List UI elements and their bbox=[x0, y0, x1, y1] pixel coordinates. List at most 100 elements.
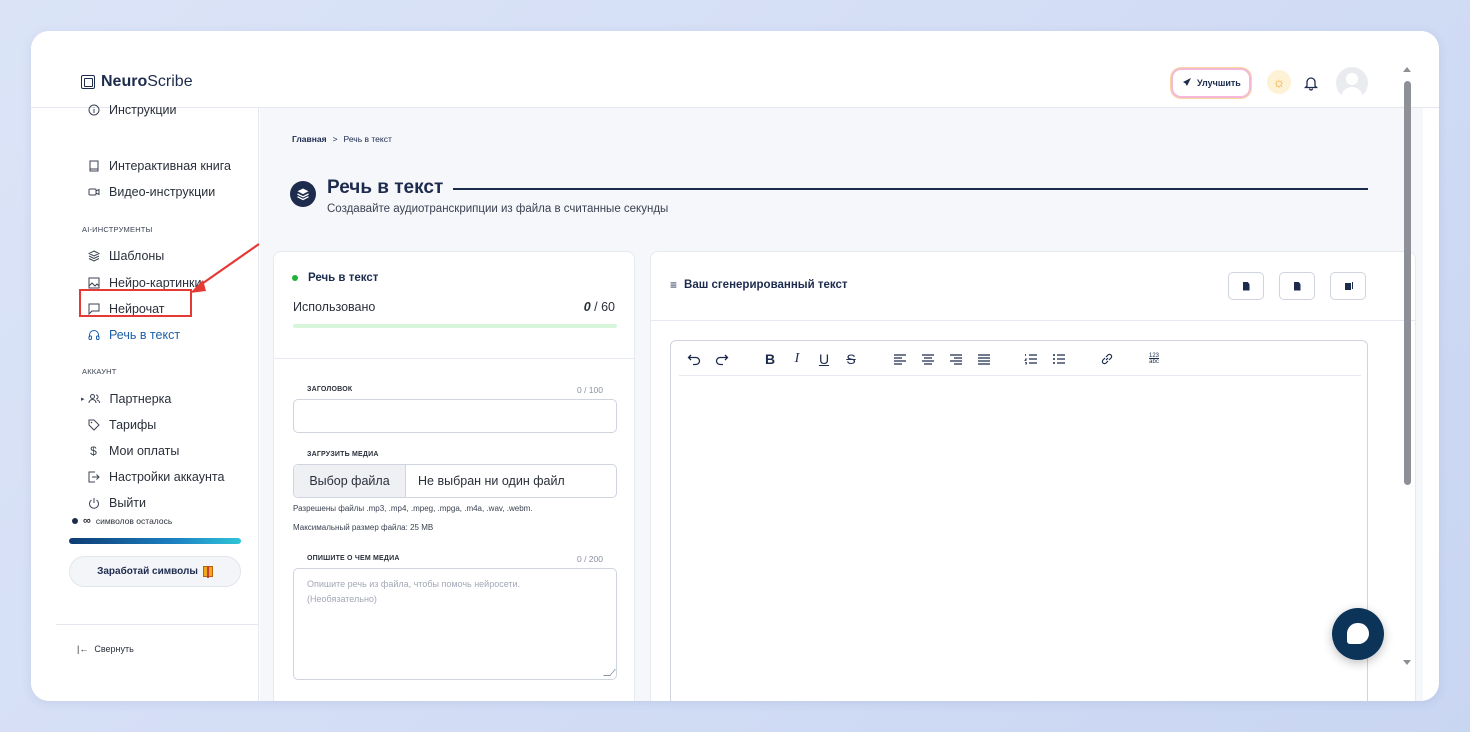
sidebar-item-label: Настройки аккаунта bbox=[109, 470, 225, 484]
sidebar-item-speech-to-text[interactable]: Речь в текст bbox=[87, 326, 180, 344]
collapse-sidebar-button[interactable]: |← Свернуть bbox=[77, 644, 134, 654]
unordered-list-icon[interactable] bbox=[1050, 350, 1068, 368]
video-icon bbox=[87, 186, 100, 199]
credits-symbol: ∞ bbox=[83, 515, 91, 527]
undo-icon[interactable] bbox=[685, 350, 703, 368]
main-content: Главная > Речь в текст Речь в текст Созд… bbox=[260, 108, 1423, 701]
max-size-hint: Максимальный размер файла: 25 MB bbox=[293, 523, 434, 532]
title-divider bbox=[453, 188, 1368, 190]
redo-icon[interactable] bbox=[713, 350, 731, 368]
italic-icon[interactable]: I bbox=[788, 350, 806, 368]
sidebar-item-partners[interactable]: ▸ Партнерка bbox=[81, 390, 171, 408]
sidebar-item-account-settings[interactable]: Настройки аккаунта bbox=[87, 468, 224, 486]
generated-text-title: Ваш сгенерированный текст bbox=[684, 279, 848, 291]
link-icon[interactable] bbox=[1098, 350, 1116, 368]
editor-toolbar: B I U S 123 abc bbox=[679, 341, 1361, 376]
spellcheck-icon[interactable]: 123 abc bbox=[1145, 350, 1163, 368]
scroll-down-arrow[interactable] bbox=[1403, 660, 1411, 665]
earn-symbols-button[interactable]: Заработай символы bbox=[69, 556, 241, 587]
media-field-label: ЗАГРУЗИТЬ МЕДИА bbox=[307, 451, 379, 458]
sidebar-item-label: Видео-инструкции bbox=[109, 185, 216, 199]
usage-label: Использовано bbox=[293, 300, 376, 314]
dollar-icon: $ bbox=[90, 444, 97, 458]
title-input[interactable] bbox=[293, 399, 617, 433]
top-header: NeuroScribe Улучшить ☼ bbox=[31, 31, 1439, 108]
headphones-icon bbox=[87, 329, 100, 342]
bold-icon[interactable]: B bbox=[761, 350, 779, 368]
description-placeholder: Опишите речь из файла, чтобы помочь нейр… bbox=[307, 579, 521, 604]
annotation-highlight-box bbox=[79, 289, 192, 317]
description-textarea[interactable]: Опишите речь из файла, чтобы помочь нейр… bbox=[293, 568, 617, 680]
gift-icon bbox=[202, 566, 213, 578]
description-char-count: 0 / 200 bbox=[577, 554, 603, 564]
user-avatar[interactable] bbox=[1336, 67, 1368, 99]
sidebar: Инструкции Интерактивная книга Видео-инс… bbox=[31, 103, 259, 701]
theme-toggle-button[interactable]: ☼ bbox=[1267, 70, 1291, 94]
sidebar-item-interactive-book[interactable]: Интерактивная книга bbox=[87, 157, 231, 175]
usage-value: 0 / 60 bbox=[583, 300, 615, 314]
sidebar-item-my-payments[interactable]: $ Мои оплаты bbox=[87, 442, 179, 460]
upgrade-label: Улучшить bbox=[1197, 78, 1241, 88]
sidebar-item-video-instructions[interactable]: Видео-инструкции bbox=[87, 183, 215, 201]
sidebar-item-label: Тарифы bbox=[109, 418, 157, 432]
sidebar-item-tariffs[interactable]: Тарифы bbox=[87, 416, 156, 434]
support-chat-button[interactable] bbox=[1332, 608, 1384, 660]
breadcrumb-home-link[interactable]: Главная bbox=[292, 134, 327, 144]
breadcrumb-current: Речь в текст bbox=[343, 134, 392, 144]
page-subtitle: Создавайте аудиотранскрипции из файла в … bbox=[327, 203, 669, 215]
power-icon bbox=[87, 497, 100, 510]
sidebar-item-label: Речь в текст bbox=[109, 328, 181, 342]
sidebar-item-instructions[interactable]: Инструкции bbox=[87, 101, 177, 119]
sidebar-item-label: Партнерка bbox=[109, 392, 172, 406]
align-left-icon[interactable] bbox=[891, 350, 909, 368]
generated-text-header: ≡ Ваш сгенерированный текст bbox=[670, 278, 848, 292]
credits-indicator: ∞ символов осталось bbox=[72, 515, 172, 527]
section-account: АККАУНТ bbox=[82, 367, 117, 376]
ordered-list-icon[interactable] bbox=[1022, 350, 1040, 368]
sidebar-item-label: Интерактивная книга bbox=[109, 159, 231, 173]
credits-label: символов осталось bbox=[95, 516, 173, 526]
users-icon bbox=[88, 393, 101, 406]
sidebar-item-logout[interactable]: Выйти bbox=[87, 494, 146, 512]
sidebar-item-templates[interactable]: Шаблоны bbox=[87, 247, 164, 265]
file-icon bbox=[1293, 281, 1301, 291]
align-center-icon[interactable] bbox=[919, 350, 937, 368]
copy-icon bbox=[1343, 281, 1353, 291]
text-editor[interactable]: B I U S 123 abc bbox=[670, 340, 1368, 701]
card-divider bbox=[651, 320, 1415, 321]
upgrade-button[interactable]: Улучшить bbox=[1173, 70, 1249, 96]
form-card-title: Речь в текст bbox=[308, 272, 379, 284]
card-divider bbox=[274, 358, 634, 359]
credits-progress-bar bbox=[69, 538, 241, 544]
download-word-button[interactable] bbox=[1228, 272, 1264, 300]
align-right-icon[interactable] bbox=[947, 350, 965, 368]
scroll-up-arrow[interactable] bbox=[1403, 67, 1411, 72]
notifications-button[interactable] bbox=[1301, 73, 1321, 93]
book-icon bbox=[87, 160, 100, 173]
file-upload-input[interactable]: Выбор файла Не выбран ни один файл bbox=[293, 464, 617, 498]
page-layers-icon bbox=[290, 181, 316, 207]
align-justify-icon[interactable] bbox=[975, 350, 993, 368]
bell-icon bbox=[1303, 77, 1319, 91]
resize-handle[interactable] bbox=[603, 669, 616, 676]
copy-button[interactable] bbox=[1330, 272, 1366, 300]
app-window: NeuroScribe Улучшить ☼ Инструкции Интера… bbox=[31, 31, 1439, 701]
login-icon bbox=[87, 471, 100, 484]
sidebar-item-label: Выйти bbox=[109, 496, 147, 510]
underline-icon[interactable]: U bbox=[815, 350, 833, 368]
title-char-count: 0 / 100 bbox=[577, 385, 603, 395]
tag-icon bbox=[87, 419, 100, 432]
image-icon bbox=[87, 277, 100, 290]
strikethrough-icon[interactable]: S bbox=[842, 350, 860, 368]
logo[interactable]: NeuroScribe bbox=[81, 73, 193, 91]
expand-caret-icon: ▸ bbox=[81, 396, 85, 403]
sidebar-item-label: Мои оплаты bbox=[109, 444, 180, 458]
download-file-button[interactable] bbox=[1279, 272, 1315, 300]
choose-file-button[interactable]: Выбор файла bbox=[294, 465, 406, 497]
scrollbar-thumb[interactable] bbox=[1404, 81, 1411, 485]
layers-icon bbox=[87, 250, 100, 263]
generated-text-card: ≡ Ваш сгенерированный текст B I U S 123 … bbox=[650, 251, 1416, 701]
status-dot bbox=[72, 518, 78, 524]
usage-progress-bar bbox=[293, 324, 617, 328]
annotation-arrow bbox=[190, 243, 260, 293]
